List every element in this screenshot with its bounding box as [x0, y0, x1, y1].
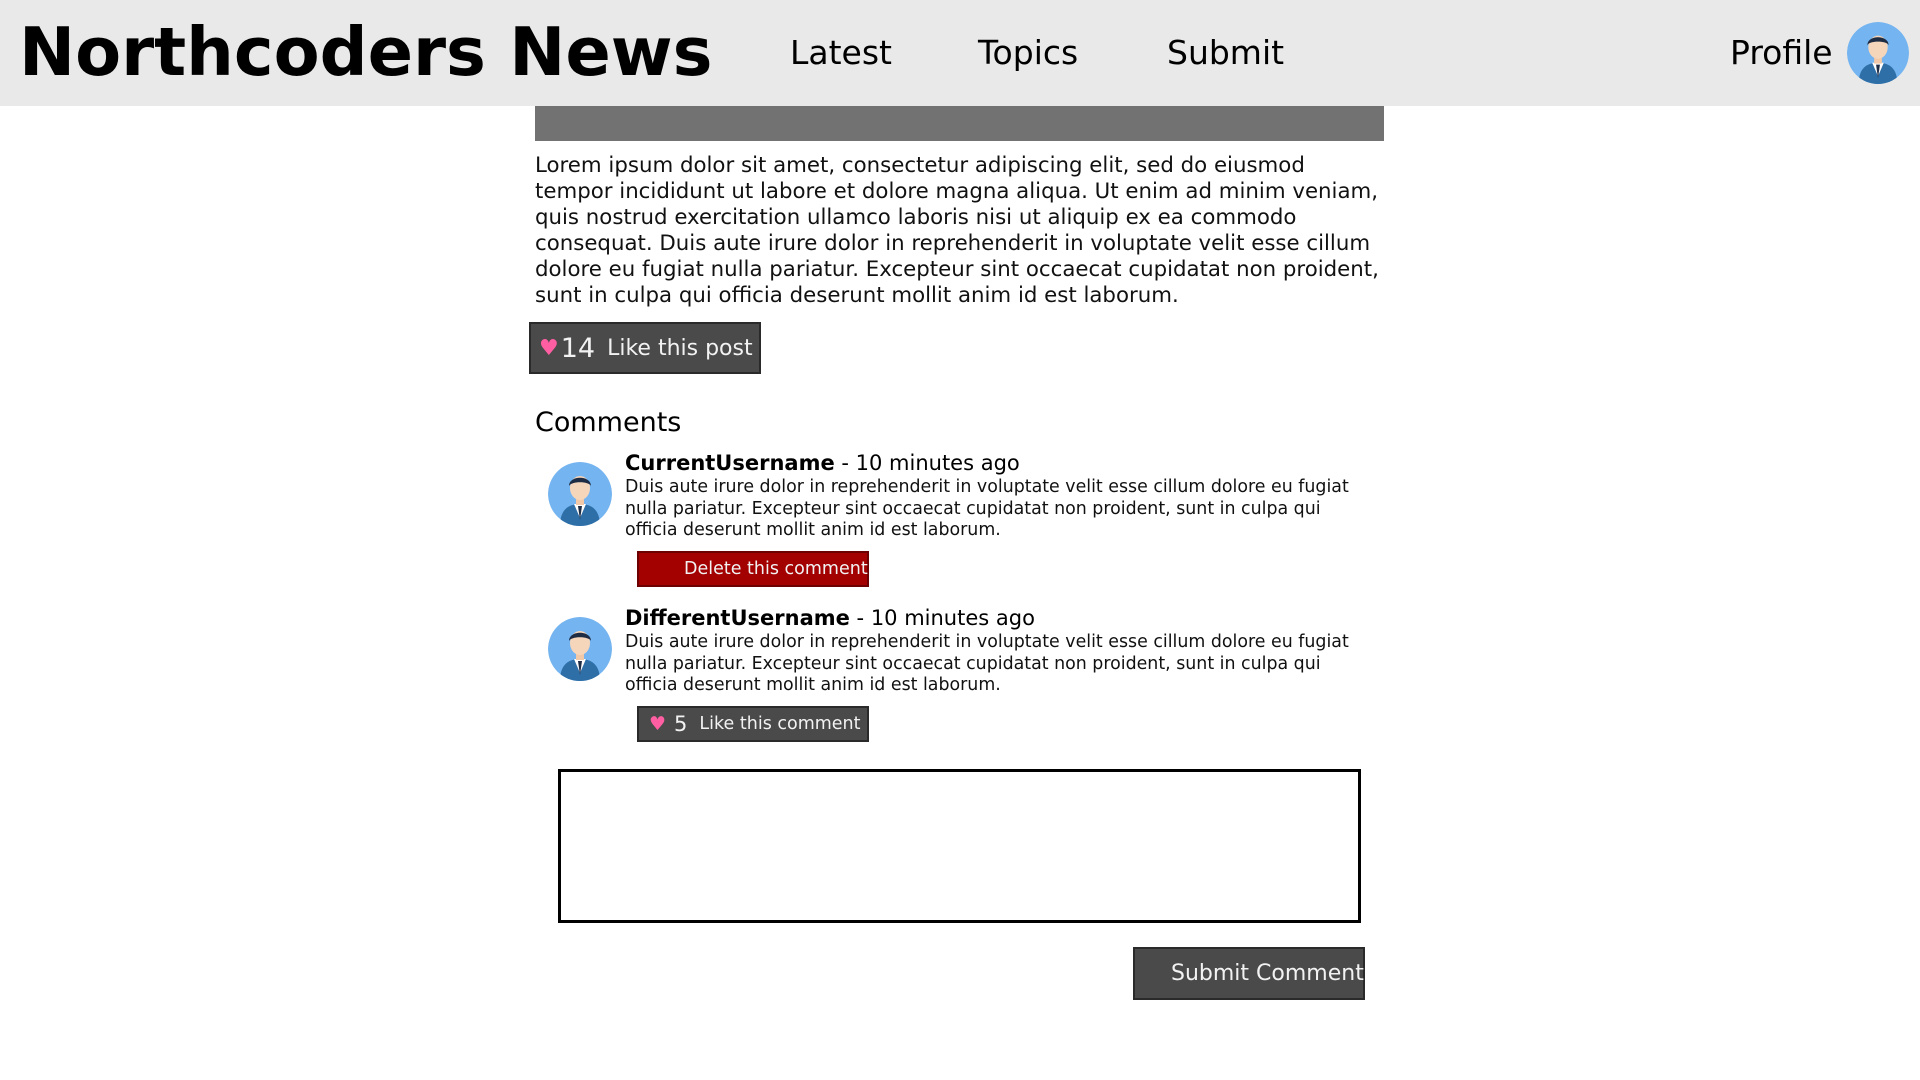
submit-comment-button[interactable]: Submit Comment	[1133, 947, 1365, 1000]
comment-time: 10 minutes ago	[855, 451, 1020, 475]
comment-body: Duis aute irure dolor in reprehenderit i…	[625, 477, 1349, 540]
like-comment-button[interactable]: ♥ 5 Like this comment	[637, 706, 869, 742]
site-header: Northcoders News Latest Topics Submit Pr…	[0, 0, 1920, 106]
like-post-label: Like this post	[607, 335, 753, 361]
nav-profile[interactable]: Profile	[1730, 30, 1833, 76]
like-post-button[interactable]: ♥ 14 Like this post	[529, 322, 761, 374]
comment-meta: CurrentUsername - 10 minutes ago	[625, 450, 1020, 476]
delete-comment-button[interactable]: Delete this comment	[637, 551, 869, 587]
meta-separator: -	[849, 606, 871, 630]
site-title[interactable]: Northcoders News	[19, 12, 713, 92]
nav-latest[interactable]: Latest	[790, 30, 892, 76]
comment-body: Duis aute irure dolor in reprehenderit i…	[625, 632, 1349, 695]
like-comment-label: Like this comment	[699, 714, 861, 734]
heart-icon: ♥	[539, 335, 559, 361]
user-avatar-icon	[548, 617, 612, 681]
comment-meta: DifferentUsername - 10 minutes ago	[625, 605, 1035, 631]
comment-like-count: 5	[674, 712, 688, 736]
article-image-placeholder	[535, 106, 1384, 141]
heart-icon: ♥	[649, 713, 667, 735]
article-body: Lorem ipsum dolor sit amet, consectetur …	[535, 153, 1379, 308]
profile-avatar-icon[interactable]	[1847, 22, 1909, 84]
user-avatar-icon	[548, 462, 612, 526]
comment-username[interactable]: DifferentUsername	[625, 606, 850, 630]
nav-topics[interactable]: Topics	[978, 30, 1078, 76]
comments-heading: Comments	[535, 407, 682, 438]
comment-time: 10 minutes ago	[870, 606, 1035, 630]
comment-username[interactable]: CurrentUsername	[625, 451, 835, 475]
comment-input[interactable]	[558, 769, 1361, 923]
meta-separator: -	[834, 451, 856, 475]
post-like-count: 14	[560, 332, 596, 364]
nav-submit[interactable]: Submit	[1167, 30, 1284, 76]
